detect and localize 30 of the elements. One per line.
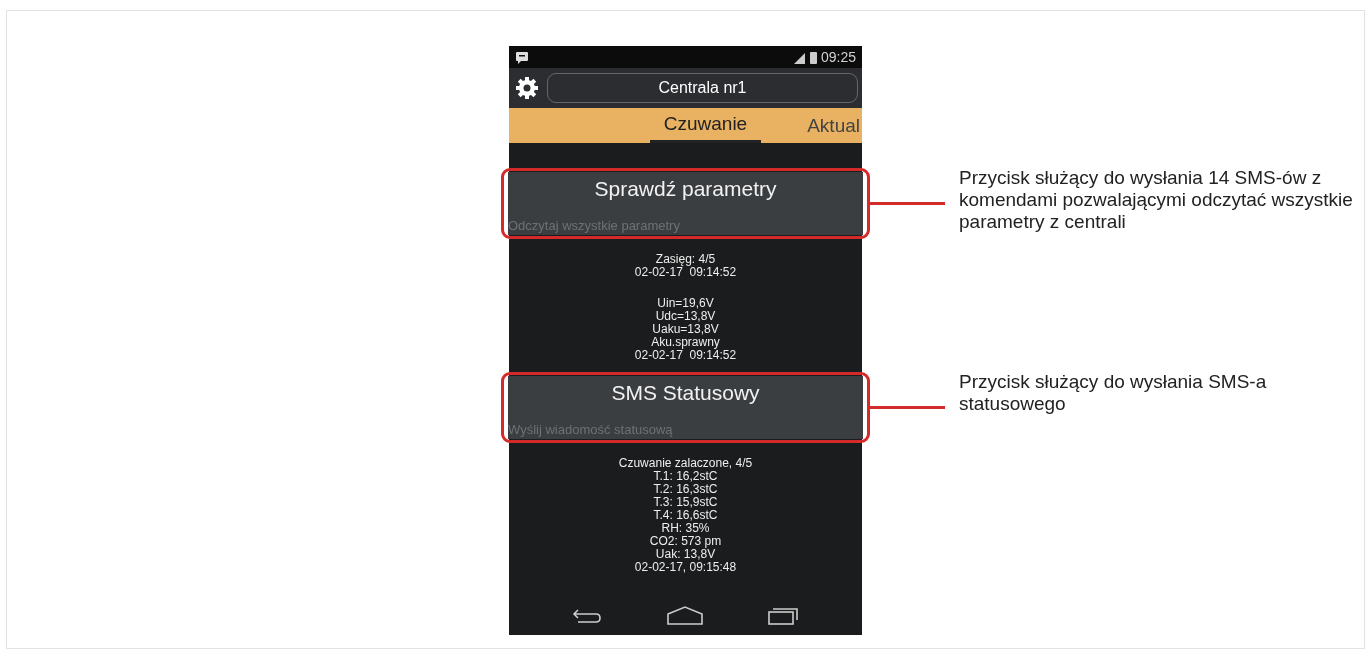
status-text: Uak: 13,8V — [655, 548, 716, 561]
settings-icon[interactable] — [515, 76, 539, 100]
status-text: Czuwanie zalaczone, 4/5 — [618, 457, 753, 470]
status-text: T.1: 16,2stC — [653, 470, 718, 483]
annotation-text: Przycisk służący do wysłania SMS-a statusowego — [959, 371, 1268, 415]
battery-icon — [808, 50, 818, 64]
tab[interactable]: Aktual — [805, 108, 862, 143]
tab[interactable]: Czuwanie — [649, 108, 762, 143]
status-text: Uin=19,6V — [657, 297, 714, 310]
message-icon — [515, 50, 529, 64]
status-text: 02-02-17 09:14:52 — [634, 349, 737, 362]
status-text: 02-02-17 09:14:52 — [634, 266, 737, 279]
clock-time: 09:25 — [820, 49, 856, 65]
button-title: SMS Statusowy — [611, 381, 760, 405]
device-selector[interactable]: Centrala nr1 — [547, 73, 858, 103]
status-text: T.4: 16,6stC — [653, 509, 718, 522]
status-text: Zasięg: 4/5 — [655, 253, 716, 266]
status-text: Aku.sprawny — [651, 336, 720, 349]
status-text: T.3: 15,9stC — [653, 496, 718, 509]
status-text: Udc=13,8V — [655, 310, 716, 323]
status-text: T.2: 16,3stC — [653, 483, 718, 496]
annotation-text: Przycisk służący do wysłania 14 SMS-ów z komendami pozwalającymi odczytać wszystkie parametry z centrali — [959, 167, 1354, 233]
recent-apps-icon[interactable] — [767, 605, 800, 625]
back-icon[interactable] — [571, 606, 602, 624]
home-icon[interactable] — [666, 605, 703, 625]
status-text: CO2: 573 pm — [649, 535, 722, 548]
status-text: Uaku=13,8V — [652, 323, 719, 336]
status-text: RH: 35% — [661, 522, 710, 535]
button-title: Sprawdź parametry — [594, 177, 777, 201]
status-text: 02-02-17, 09:15:48 — [634, 561, 737, 574]
